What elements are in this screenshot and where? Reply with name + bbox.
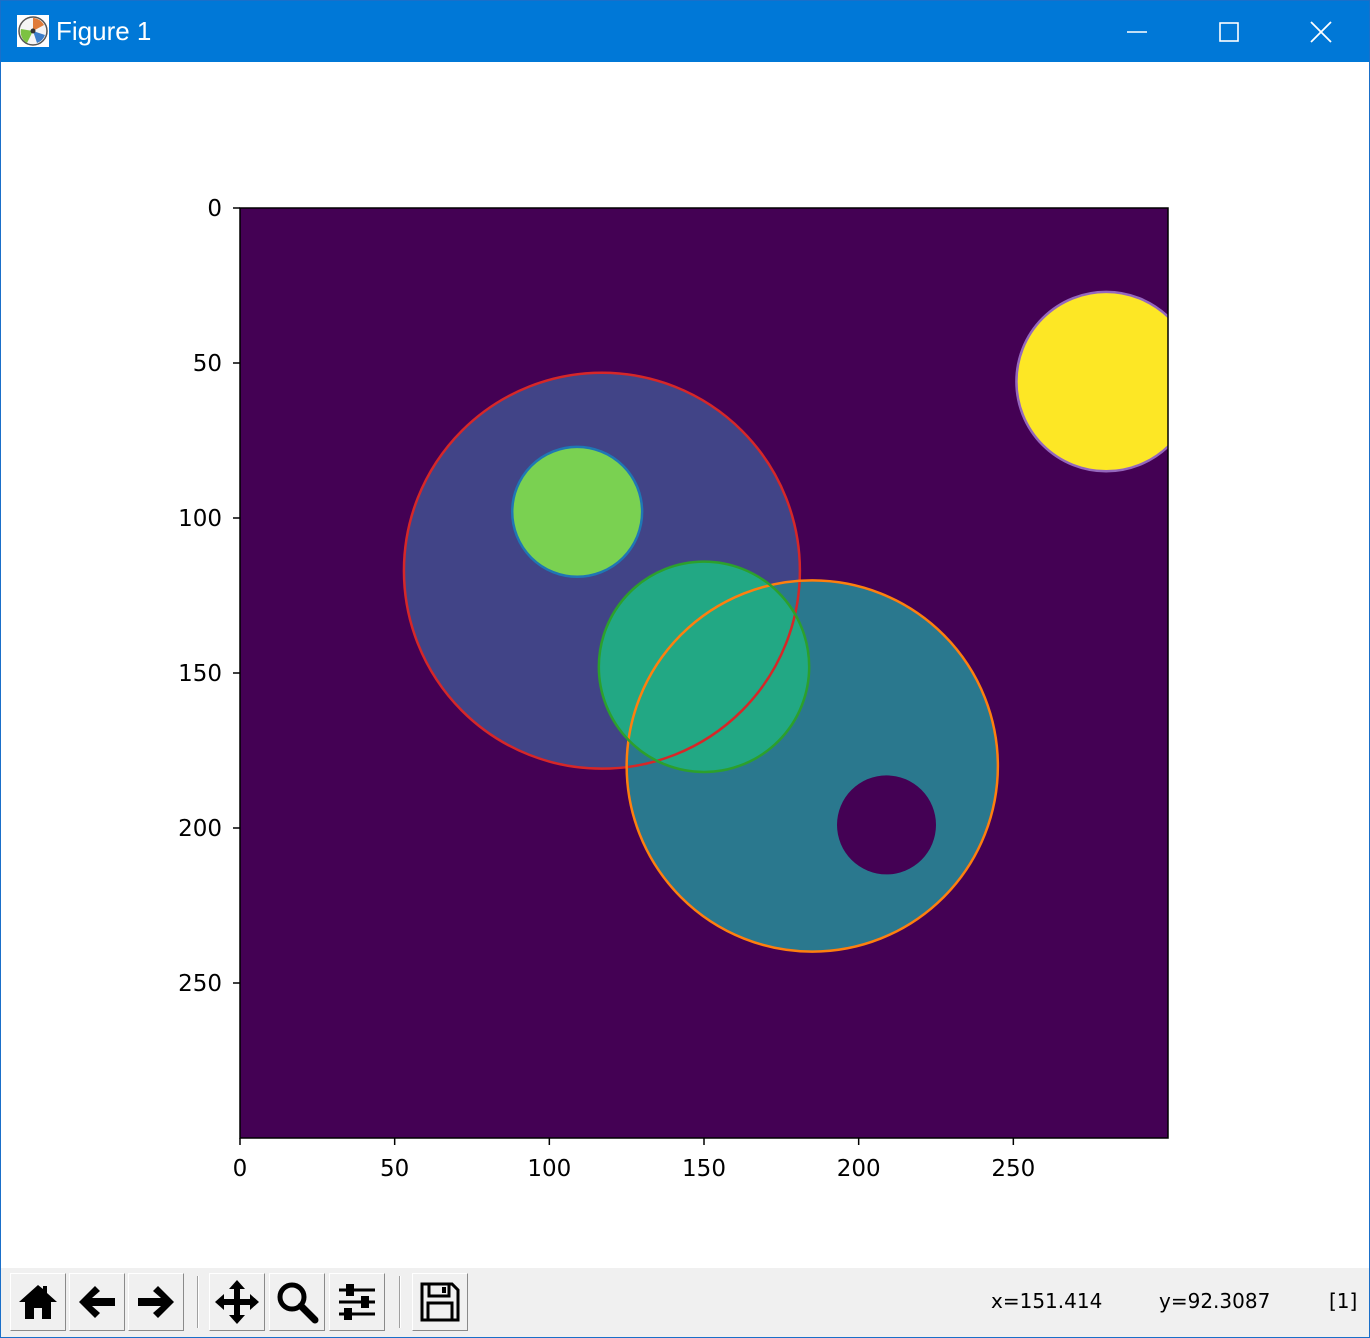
minimize-icon <box>1127 30 1147 33</box>
x-tick-label: 250 <box>991 1156 1035 1182</box>
maximize-icon <box>1219 21 1239 42</box>
region-0-fill <box>837 775 936 875</box>
y-tick-label: 0 <box>207 196 222 222</box>
back-arrow-icon <box>79 1286 115 1318</box>
x-coordinate-readout: x=151.414 <box>991 1289 1103 1313</box>
y-tick-label: 200 <box>178 816 222 842</box>
zoom-magnifier-icon <box>277 1282 319 1324</box>
y-tick-label: 250 <box>178 971 222 997</box>
navigation-toolbar: x=151.414 y=92.3087 [1] <box>1 1268 1369 1337</box>
pan-button[interactable] <box>209 1273 265 1331</box>
pan-move-icon <box>215 1280 259 1324</box>
y-tick-label: 50 <box>193 351 222 377</box>
title-bar[interactable]: Figure 1 <box>1 1 1369 62</box>
save-button[interactable] <box>412 1273 468 1331</box>
maximize-button[interactable] <box>1183 1 1275 62</box>
home-icon <box>19 1285 57 1319</box>
y-tick-label: 150 <box>178 661 222 687</box>
image-plot[interactable]: 0 50 100 150 200 250 0 50 100 150 200 250 <box>1 62 1369 1268</box>
x-tick-label: 200 <box>837 1156 881 1182</box>
minimize-button[interactable] <box>1091 1 1183 62</box>
subplots-button[interactable] <box>329 1273 385 1331</box>
pixel-value-readout: [1] <box>1329 1289 1358 1313</box>
figure-window: Figure 1 0 50 100 150 200 250 0 50 100 150 200 250 <box>0 0 1370 1338</box>
x-tick-label: 50 <box>380 1156 409 1182</box>
home-button[interactable] <box>10 1273 66 1331</box>
toolbar-separator <box>399 1276 401 1328</box>
window-title: Figure 1 <box>56 16 152 46</box>
back-button[interactable] <box>69 1273 125 1331</box>
subplots-sliders-icon <box>339 1284 375 1320</box>
zoom-button[interactable] <box>269 1273 325 1331</box>
close-icon <box>1310 20 1332 43</box>
x-tick-label: 150 <box>682 1156 726 1182</box>
forward-button[interactable] <box>128 1273 184 1331</box>
y-tick-label: 100 <box>178 506 222 532</box>
save-disk-icon <box>420 1282 460 1322</box>
x-tick-label: 100 <box>527 1156 571 1182</box>
close-button[interactable] <box>1275 1 1367 62</box>
figure-canvas[interactable]: 0 50 100 150 200 250 0 50 100 150 200 250 <box>1 62 1369 1268</box>
y-coordinate-readout: y=92.3087 <box>1159 1289 1271 1313</box>
forward-arrow-icon <box>138 1286 174 1318</box>
x-tick-label: 0 <box>233 1156 248 1182</box>
matplotlib-icon <box>17 15 49 47</box>
toolbar-separator <box>197 1276 199 1328</box>
